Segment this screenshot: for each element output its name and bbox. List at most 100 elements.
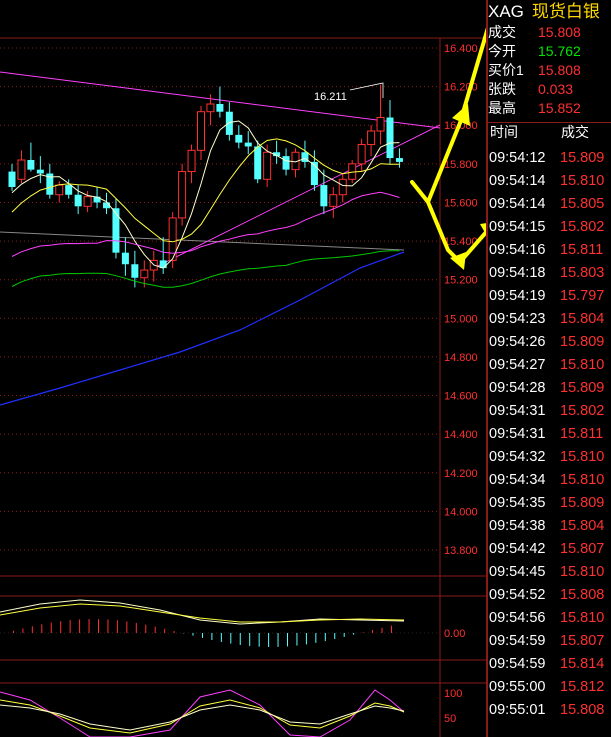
tick-price: 15.802 [560,403,605,419]
tick-row[interactable]: 09:54:34 15.810 [488,469,611,491]
tick-time: 09:54:16 [489,242,546,258]
tick-row[interactable]: 09:54:27 15.810 [488,354,611,376]
tick-row[interactable]: 09:54:42 15.807 [488,538,611,560]
tick-row[interactable]: 09:54:59 15.807 [488,630,611,652]
candle-body [197,111,205,151]
candle-body [131,264,139,278]
peak-leader-line [349,82,384,98]
candle-body [235,134,243,143]
tick-time: 09:54:19 [489,288,546,304]
tick-row[interactable]: 09:54:31 15.802 [488,400,611,422]
tick-row[interactable]: 09:54:59 15.814 [488,653,611,675]
tick-row[interactable]: 09:55:00 15.812 [488,676,611,698]
dif-line [0,599,405,625]
kdj-axis-label: 100 [444,688,462,700]
y-axis-tick-label: 13.800 [444,545,478,557]
candle-body [395,158,403,162]
candle-body [8,171,16,188]
tick-price: 15.810 [560,564,605,580]
tick-time: 09:54:52 [489,587,546,603]
tick-time: 09:54:35 [489,495,546,511]
candle-body [17,159,26,180]
tick-table-header: 时间 成交 [488,122,611,141]
tick-row[interactable]: 09:54:14 15.805 [488,193,611,215]
tick-price: 15.807 [560,633,605,649]
tick-time: 09:54:18 [489,265,546,281]
tick-row[interactable]: 09:54:23 15.804 [488,308,611,330]
tick-price: 15.808 [560,702,605,718]
tick-price: 15.809 [560,495,605,511]
tick-time: 09:54:59 [489,633,546,649]
quote-value: 15.762 [538,43,581,59]
annotation-arrow [426,200,462,264]
tick-row[interactable]: 09:54:52 15.808 [488,584,611,606]
candle-body [178,171,187,219]
tick-time: 09:54:34 [489,472,546,488]
y-axis-tick-label: 14.600 [444,391,478,403]
tick-price: 15.810 [560,449,605,465]
quote-label: 买价1 [488,62,524,78]
tick-price: 15.810 [560,610,605,626]
quote-value: 15.852 [538,100,581,116]
tick-time: 09:54:14 [489,196,546,212]
candle-body [320,185,328,207]
candle-body [244,142,252,147]
candle-body [216,103,224,112]
candle-body [27,159,35,170]
quote-row-change: 张跌 0.033 [488,81,608,98]
candle-body [376,117,385,132]
macd-axis-label: 0.00 [444,628,465,640]
tick-time: 09:54:31 [489,426,546,442]
column-header-price: 成交 [561,124,589,140]
candle-body [338,178,347,196]
tick-row[interactable]: 09:54:38 15.804 [488,515,611,537]
kdj-axis-label: 50 [444,713,456,725]
tick-row[interactable]: 09:54:35 15.809 [488,492,611,514]
symbol-code: XAG [488,2,524,21]
y-axis-tick-label: 14.000 [444,506,478,518]
tick-row[interactable]: 09:55:01 15.808 [488,699,611,721]
candle-body [83,196,92,207]
kdj-j-line [0,689,405,737]
tick-row[interactable]: 09:54:31 15.811 [488,423,611,445]
tick-price: 15.811 [560,426,604,442]
tick-price: 15.814 [560,656,605,672]
ma120-line [0,251,405,406]
tick-time: 09:54:32 [489,449,546,465]
tick-price: 15.802 [560,219,605,235]
tick-row[interactable]: 09:54:28 15.809 [488,377,611,399]
tick-time: 09:54:28 [489,380,546,396]
tick-time: 09:54:59 [489,656,546,672]
tick-row[interactable]: 09:54:45 15.810 [488,561,611,583]
tick-time: 09:54:12 [489,150,546,166]
candle-body [187,149,196,173]
candle-body [254,146,262,180]
tick-price: 15.797 [560,288,605,304]
tick-row[interactable]: 09:54:16 15.811 [488,239,611,261]
tick-row[interactable]: 09:54:18 15.803 [488,262,611,284]
tick-row[interactable]: 09:54:14 15.810 [488,170,611,192]
tick-time: 09:54:14 [489,173,546,189]
y-axis-tick-label: 14.800 [444,352,478,364]
tick-row[interactable]: 09:54:56 15.810 [488,607,611,629]
tick-price: 15.809 [560,380,605,396]
tick-row[interactable]: 09:54:12 15.809 [488,147,611,169]
candle-body [140,269,149,279]
tick-row[interactable]: 09:54:15 15.802 [488,216,611,238]
tick-price: 15.810 [560,173,605,189]
y-axis-tick-label: 15.000 [444,313,478,325]
quote-row-high: 最高 15.852 [488,100,608,117]
quote-row-last: 成交 15.808 [488,24,608,41]
tick-price: 15.811 [560,242,604,258]
tick-price: 15.810 [560,357,605,373]
tick-price: 15.803 [560,265,605,281]
candle-body [36,169,44,174]
candle-body [367,130,376,146]
tick-row[interactable]: 09:54:32 15.810 [488,446,611,468]
tick-time: 09:55:01 [489,702,546,718]
y-axis-tick-label: 15.600 [444,197,478,209]
tick-row[interactable]: 09:54:19 15.797 [488,285,611,307]
tick-row[interactable]: 09:54:26 15.809 [488,331,611,353]
quote-value: 15.808 [538,24,581,40]
tick-time: 09:54:26 [489,334,546,350]
